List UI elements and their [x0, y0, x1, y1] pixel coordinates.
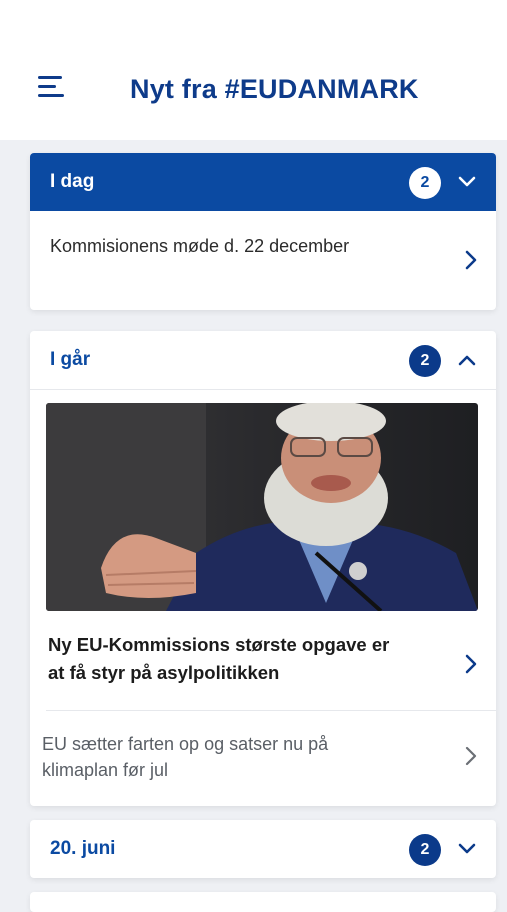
section-june-20-header[interactable]: 20. juni 2	[30, 820, 496, 878]
hamburger-menu-icon[interactable]	[38, 74, 66, 100]
section-title: I går	[50, 349, 91, 370]
list-item-text: EU sætter farten op og satser nu på klim…	[42, 734, 329, 780]
chevron-up-icon[interactable]	[456, 349, 478, 371]
app-header: Nyt fra #EUDANMARK	[0, 0, 507, 140]
list-item-text: Kommisionens møde d. 22 december	[50, 236, 350, 256]
section-yesterday-header[interactable]: I går 2	[30, 331, 496, 389]
count-badge: 2	[409, 834, 441, 866]
section-title: I dag	[50, 171, 95, 192]
section-today-header[interactable]: I dag 2	[30, 153, 496, 211]
chevron-down-icon[interactable]	[456, 171, 478, 193]
chevron-right-icon	[465, 250, 477, 270]
section-june-20: 20. juni 2	[30, 820, 496, 878]
page-title: Nyt fra #EUDANMARK	[130, 74, 419, 104]
next-section-peek	[30, 892, 496, 912]
featured-news-item[interactable]: Ny EU-Kommissions største opgave er at f…	[30, 623, 496, 711]
news-photo[interactable]	[46, 403, 478, 611]
section-title: 20. juni	[50, 838, 116, 859]
count-badge: 2	[409, 345, 441, 377]
chevron-right-icon	[465, 654, 477, 674]
chevron-right-icon	[465, 746, 477, 766]
divider	[30, 389, 496, 390]
chevron-down-icon[interactable]	[456, 838, 478, 860]
featured-news-title: Ny EU-Kommissions største opgave er at f…	[48, 634, 390, 683]
section-today: I dag 2 Kommisionens møde d. 22 december	[30, 153, 496, 310]
list-item-climate[interactable]: EU sætter farten op og satser nu på klim…	[30, 711, 496, 806]
count-badge: 2	[409, 167, 441, 199]
list-item-meeting[interactable]: Kommisionens møde d. 22 december	[30, 211, 496, 310]
section-yesterday: I går 2 Ny EU-Kommissions største opgave…	[30, 331, 496, 806]
